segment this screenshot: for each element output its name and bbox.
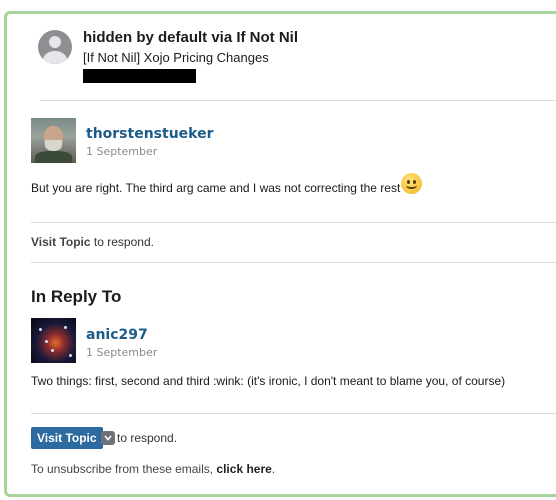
post-username[interactable]: thorstenstueker bbox=[86, 126, 214, 142]
visit-topic-link[interactable]: Visit Topic bbox=[31, 235, 91, 249]
post-body: But you are right. The third arg came an… bbox=[31, 181, 401, 195]
sender-avatar-icon bbox=[38, 30, 72, 64]
email-subject: [If Not Nil] Xojo Pricing Changes bbox=[83, 50, 269, 65]
smiley-emoji-icon bbox=[401, 173, 422, 194]
post-divider bbox=[31, 222, 556, 223]
reply-body: Two things: first, second and third :win… bbox=[31, 374, 506, 388]
section-divider bbox=[31, 262, 556, 263]
redacted-recipient bbox=[83, 69, 196, 83]
visit-topic-button[interactable]: Visit Topic bbox=[31, 427, 103, 449]
respond-text-footer: to respond. bbox=[117, 431, 178, 445]
email-frame bbox=[4, 11, 556, 497]
unsubscribe-prefix: To unsubscribe from these emails, bbox=[31, 462, 217, 476]
unsubscribe-link[interactable]: click here bbox=[216, 462, 271, 476]
sender-name: hidden by default via If Not Nil bbox=[83, 29, 299, 46]
reply-user-avatar[interactable] bbox=[31, 318, 76, 363]
in-reply-to-heading: In Reply To bbox=[31, 287, 122, 306]
header-divider bbox=[40, 100, 556, 101]
reply-date: 1 September bbox=[86, 346, 158, 359]
respond-text: to respond. bbox=[90, 235, 154, 249]
user-avatar[interactable] bbox=[31, 118, 76, 163]
reply-divider bbox=[31, 413, 556, 414]
reply-username[interactable]: anic297 bbox=[86, 327, 148, 343]
visit-topic-line: Visit Topic to respond. bbox=[31, 235, 154, 249]
chevron-down-icon[interactable] bbox=[101, 431, 115, 445]
unsubscribe-suffix: . bbox=[271, 462, 276, 476]
unsubscribe-line: To unsubscribe from these emails, click … bbox=[31, 462, 275, 476]
post-date: 1 September bbox=[86, 145, 158, 158]
